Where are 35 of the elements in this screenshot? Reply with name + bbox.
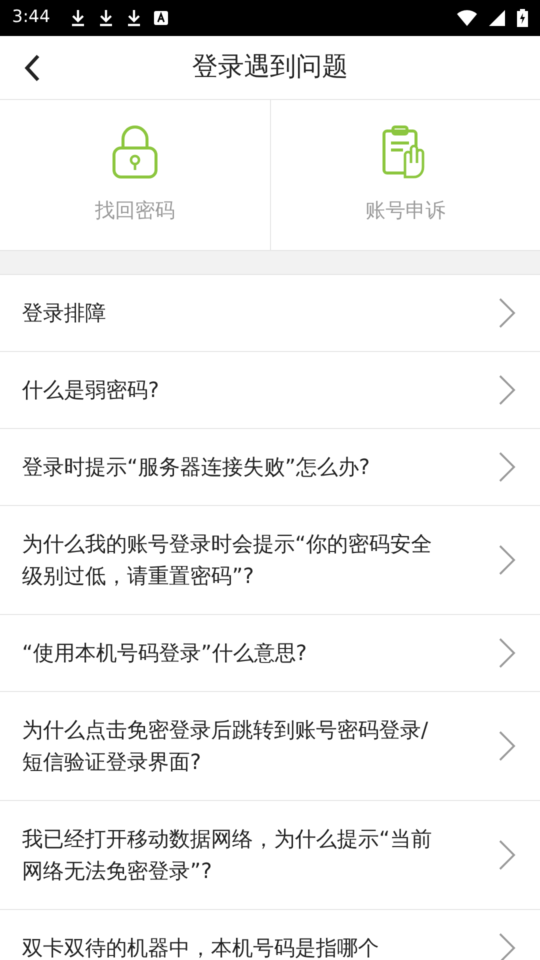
status-time: 3:44 bbox=[12, 6, 50, 30]
faq-question: 什么是弱密码? bbox=[22, 377, 160, 404]
faq-row[interactable]: 什么是弱密码? bbox=[0, 352, 540, 429]
download-icon bbox=[70, 9, 86, 27]
lock-icon bbox=[112, 125, 158, 179]
chevron-right-icon bbox=[498, 451, 516, 483]
chevron-right-icon bbox=[498, 839, 516, 871]
download-icon bbox=[98, 9, 114, 27]
app-notification-icon bbox=[154, 11, 168, 25]
chevron-right-icon bbox=[498, 730, 516, 762]
faq-row[interactable]: “使用本机号码登录”什么意思? bbox=[0, 615, 540, 692]
faq-question: 我已经打开移动数据网络，为什么提示“当前网络无法免密登录”? bbox=[22, 826, 433, 885]
signal-icon bbox=[489, 10, 505, 26]
chevron-right-icon bbox=[498, 297, 516, 329]
faq-question: “使用本机号码登录”什么意思? bbox=[22, 640, 308, 667]
faq-row[interactable]: 为什么点击免密登录后跳转到账号密码登录/短信验证登录界面? bbox=[0, 692, 540, 801]
battery-charging-icon bbox=[517, 9, 528, 27]
faq-question: 为什么我的账号登录时会提示“你的密码安全级别过低，请重置密码”? bbox=[22, 531, 433, 590]
faq-question: 登录时提示“服务器连接失败”怎么办? bbox=[22, 454, 371, 481]
faq-row[interactable]: 登录排障 bbox=[0, 275, 540, 352]
chevron-right-icon bbox=[498, 544, 516, 576]
faq-row[interactable]: 双卡双待的机器中，本机号码是指哪个 bbox=[0, 910, 540, 960]
chevron-right-icon bbox=[498, 374, 516, 406]
chevron-right-icon bbox=[498, 932, 516, 960]
back-icon bbox=[24, 54, 40, 82]
faq-question: 双卡双待的机器中，本机号码是指哪个 bbox=[22, 935, 380, 960]
faq-row[interactable]: 为什么我的账号登录时会提示“你的密码安全级别过低，请重置密码”? bbox=[0, 506, 540, 615]
faq-question: 为什么点击免密登录后跳转到账号密码登录/短信验证登录界面? bbox=[22, 717, 430, 776]
chevron-right-icon bbox=[498, 637, 516, 669]
faq-row[interactable]: 登录时提示“服务器连接失败”怎么办? bbox=[0, 429, 540, 506]
download-icon bbox=[126, 9, 142, 27]
faq-question: 登录排障 bbox=[22, 300, 107, 327]
faq-row[interactable]: 我已经打开移动数据网络，为什么提示“当前网络无法免密登录”? bbox=[0, 801, 540, 910]
page-title: 登录遇到问题 bbox=[192, 51, 348, 84]
wifi-icon bbox=[457, 10, 477, 26]
